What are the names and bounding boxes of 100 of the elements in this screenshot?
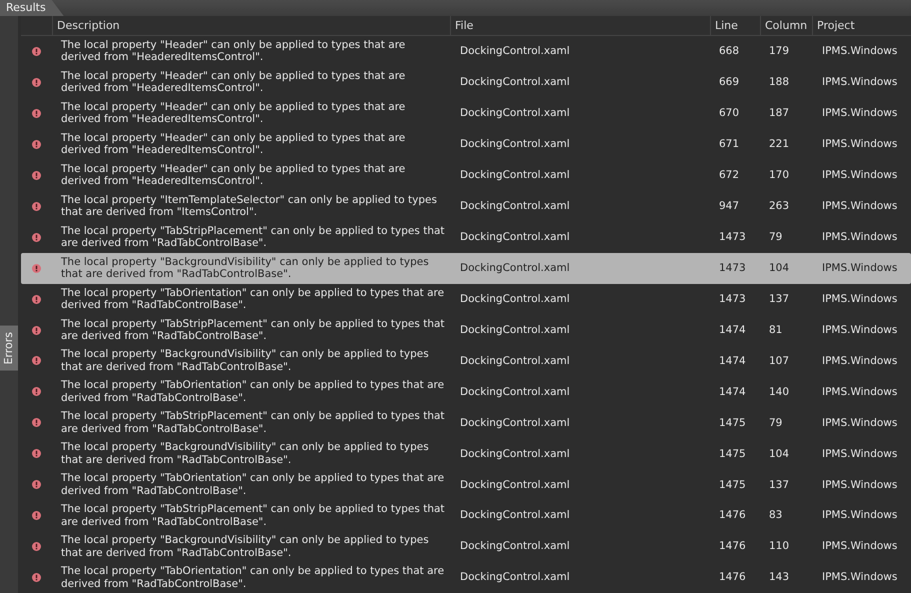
- line-cell-text: 1474: [718, 324, 747, 336]
- file-cell-text: DockingControl.xaml: [459, 138, 571, 151]
- error-icon: [32, 480, 41, 490]
- error-row[interactable]: The local property "BackgroundVisibility" can only be applied to types that are derived from "RadTabControlBase". DockingControl.xaml 1473 104 IPMS.Windows: [21, 252, 911, 284]
- line-cell-text: 1473: [718, 230, 747, 244]
- error-row[interactable]: The local property "Header" can only be applied to types that are derived from "HeaderedItemsControl". DockingControl.xaml 672 170 IPMS.Windows: [21, 160, 911, 191]
- error-icon: [32, 46, 41, 56]
- file-cell-text: DockingControl.xaml: [459, 45, 571, 58]
- error-icon: [32, 542, 41, 552]
- error-row[interactable]: The local property "TabStripPlacement" can only be applied to types that are derived from "RadTabControlBase". DockingControl.xaml 1475 79 IPMS.Windows: [21, 407, 911, 438]
- file-cell-text: DockingControl.xaml: [459, 416, 571, 430]
- error-row[interactable]: The local property "TabStripPlacement" can only be applied to types that are derived from "RadTabControlBase". DockingControl.xaml 1473 79 IPMS.Windows: [21, 222, 911, 253]
- error-row[interactable]: The local property "TabOrientation" can only be applied to types that are derived from "RadTabControlBase". DockingControl.xaml 1473 137 IPMS.Windows: [21, 284, 911, 315]
- error-icon: [32, 294, 41, 304]
- file-cell-text: DockingControl.xaml: [459, 169, 571, 182]
- line-cell-text: 1476: [718, 540, 747, 553]
- line-cell-text: 672: [718, 169, 740, 182]
- file-cell-text: DockingControl.xaml: [459, 292, 571, 306]
- column-cell-text: 137: [768, 292, 790, 306]
- project-cell-text: IPMS.Windows: [821, 324, 898, 336]
- column-cell-text: 137: [768, 478, 790, 492]
- error-row[interactable]: The local property "Header" can only be applied to types that are derived from "HeaderedItemsControl". DockingControl.xaml 671 221 IPMS.Windows: [21, 128, 911, 160]
- column-cell-text: 143: [768, 571, 790, 584]
- file-cell-text: DockingControl.xaml: [459, 200, 571, 212]
- error-row[interactable]: The local property "BackgroundVisibility" can only be applied to types that are derived from "RadTabControlBase". DockingControl.xaml 1475 104 IPMS.Windows: [21, 438, 911, 470]
- project-cell-text: IPMS.Windows: [821, 386, 898, 398]
- file-cell-text: DockingControl.xaml: [459, 262, 571, 274]
- column-cell-text: 187: [768, 107, 790, 120]
- error-row[interactable]: The local property "TabOrientation" can only be applied to types that are derived from "RadTabControlBase". DockingControl.xaml 1475 137 IPMS.Windows: [21, 469, 911, 500]
- project-cell-text: IPMS.Windows: [821, 200, 898, 212]
- column-cell-text: 140: [768, 386, 790, 398]
- file-cell-text: DockingControl.xaml: [459, 386, 571, 398]
- column-cell-text: 263: [768, 200, 790, 212]
- column-cell-text: 170: [768, 169, 790, 182]
- error-row[interactable]: The local property "TabStripPlacement" can only be applied to types that are derived from "RadTabControlBase". DockingControl.xaml 1474 81 IPMS.Windows: [21, 314, 911, 346]
- error-description: The local property "BackgroundVisibility" can only be applied to types that are derived from "RadTabControlBase".: [60, 534, 430, 560]
- error-description: The local property "TabStripPlacement" can only be applied to types that are derived from "RadTabControlBase".: [60, 318, 446, 343]
- project-cell-text: IPMS.Windows: [821, 230, 898, 244]
- error-description: The local property "TabStripPlacement" can only be applied to types that are derived from "RadTabControlBase".: [60, 224, 446, 250]
- error-icon: [32, 449, 41, 458]
- column-cell-text: 104: [768, 262, 790, 274]
- line-cell-text: 1474: [718, 386, 747, 398]
- line-cell-text: 1473: [718, 262, 747, 274]
- error-description: The local property "Header" can only be applied to types that are derived from "HeaderedItemsControl".: [60, 70, 406, 95]
- column-header[interactable]: Column: [760, 16, 812, 35]
- error-row[interactable]: The local property "Header" can only be applied to types that are derived from "HeaderedItemsControl". DockingControl.xaml 668 179 IPMS.Windows: [21, 36, 911, 67]
- file-cell-text: DockingControl.xaml: [459, 509, 571, 522]
- column-cell-text: 83: [768, 509, 784, 522]
- column-header[interactable]: File: [450, 16, 710, 35]
- error-icon: [32, 78, 41, 87]
- file-cell-text: DockingControl.xaml: [459, 324, 571, 336]
- error-row[interactable]: The local property "ItemTemplateSelector" can only be applied to types that are derived from "ItemsControl". DockingControl.xaml 947 263 IPMS.Windows: [21, 190, 911, 222]
- line-cell-text: 669: [718, 76, 740, 89]
- results-tab[interactable]: Results: [0, 0, 64, 16]
- errors-tab[interactable]: Errors: [0, 326, 18, 371]
- project-cell-text: IPMS.Windows: [821, 107, 898, 120]
- error-description: The local property "TabOrientation" can only be applied to types that are derived from "RadTabControlBase".: [60, 472, 446, 498]
- error-row[interactable]: The local property "Header" can only be applied to types that are derived from "HeaderedItemsControl". DockingControl.xaml 669 188 IPMS.Windows: [21, 66, 911, 98]
- column-header[interactable]: Line: [710, 16, 760, 35]
- error-icon: [32, 326, 41, 335]
- project-cell-text: IPMS.Windows: [821, 571, 898, 584]
- column-cell-text: 179: [768, 45, 790, 58]
- error-icon: [32, 387, 41, 396]
- project-cell-text: IPMS.Windows: [821, 262, 898, 274]
- error-row[interactable]: The local property "TabOrientation" can only be applied to types that are derived from "RadTabControlBase". DockingControl.xaml 1474 140 IPMS.Windows: [21, 376, 911, 408]
- error-row[interactable]: The local property "BackgroundVisibility" can only be applied to types that are derived from "RadTabControlBase". DockingControl.xaml 1474 107 IPMS.Windows: [21, 346, 911, 376]
- project-cell-text: IPMS.Windows: [821, 478, 898, 492]
- error-description: The local property "Header" can only be applied to types that are derived from "HeaderedItemsControl".: [60, 100, 406, 126]
- error-icon: [32, 573, 41, 582]
- file-cell-text: DockingControl.xaml: [459, 76, 571, 89]
- error-icon: [32, 356, 41, 366]
- project-cell-text: IPMS.Windows: [821, 509, 898, 522]
- line-cell-text: 1474: [718, 354, 747, 368]
- error-description: The local property "TabStripPlacement" can only be applied to types that are derived from "RadTabControlBase".: [60, 410, 446, 436]
- project-cell-text: IPMS.Windows: [821, 76, 898, 89]
- line-cell-text: 1475: [718, 478, 747, 492]
- error-row[interactable]: The local property "BackgroundVisibility" can only be applied to types that are derived from "RadTabControlBase". DockingControl.xaml 1476 110 IPMS.Windows: [21, 531, 911, 562]
- file-cell-text: DockingControl.xaml: [459, 478, 571, 492]
- file-cell-text: DockingControl.xaml: [459, 540, 571, 553]
- column-header[interactable]: Project: [812, 16, 911, 35]
- error-row[interactable]: The local property "TabStripPlacement" can only be applied to types that are derived from "RadTabControlBase". DockingControl.xaml 1476 83 IPMS.Windows: [21, 500, 911, 532]
- error-icon: [32, 108, 41, 118]
- error-description: The local property "BackgroundVisibility" can only be applied to types that are derived from "RadTabControlBase".: [60, 256, 430, 281]
- column-header[interactable]: Description: [52, 16, 450, 35]
- line-cell-text: 1476: [718, 571, 747, 584]
- file-cell-text: DockingControl.xaml: [459, 571, 571, 584]
- column-cell-text: 221: [768, 138, 790, 151]
- error-description: The local property "BackgroundVisibility" can only be applied to types that are derived from "RadTabControlBase".: [60, 348, 430, 374]
- project-cell-text: IPMS.Windows: [821, 540, 898, 553]
- error-icon: [32, 418, 41, 428]
- column-cell-text: 79: [768, 416, 784, 430]
- line-cell-text: 1475: [718, 448, 747, 460]
- error-row[interactable]: The local property "TabOrientation" can only be applied to types that are derived from "RadTabControlBase". DockingControl.xaml 1476 143 IPMS.Windows: [21, 562, 911, 593]
- error-row[interactable]: The local property "Header" can only be applied to types that are derived from "HeaderedItemsControl". DockingControl.xaml 670 187 IPMS.Windows: [21, 98, 911, 129]
- error-description: The local property "TabOrientation" can only be applied to types that are derived from "RadTabControlBase".: [60, 379, 446, 404]
- error-description: The local property "TabOrientation" can only be applied to types that are derived from "RadTabControlBase".: [60, 286, 446, 312]
- error-description: The local property "Header" can only be applied to types that are derived from "HeaderedItemsControl".: [60, 38, 406, 64]
- error-icon: [32, 202, 41, 211]
- column-cell-text: 110: [768, 540, 790, 553]
- line-cell-text: 668: [718, 45, 740, 58]
